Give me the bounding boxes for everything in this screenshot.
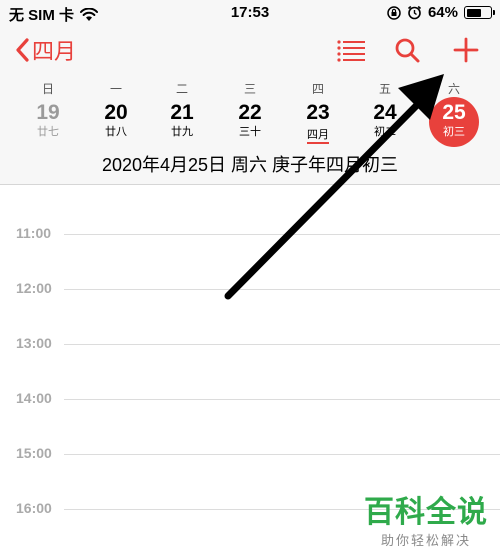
status-right: 64% (387, 4, 495, 21)
hour-row: 13:00 (0, 335, 500, 355)
hour-label: 13:00 (16, 335, 52, 351)
battery-icon (464, 6, 495, 19)
hour-divider (64, 399, 500, 400)
hour-label: 15:00 (16, 445, 52, 461)
watermark: 百科全说 助你轻松解决 (364, 496, 488, 549)
hour-label: 11:00 (16, 225, 52, 241)
lunar-date: 廿九 (171, 126, 193, 138)
hour-row: 12:00 (0, 280, 500, 300)
date-number: 20 (104, 101, 128, 124)
weekday-label: 五 (378, 82, 391, 96)
date-cell-19[interactable]: 19 廿七 (18, 101, 78, 149)
hour-label: 12:00 (16, 280, 52, 296)
weekday-label: 四 (311, 82, 324, 96)
date-number: 24 (373, 101, 397, 124)
back-label: 四月 (32, 39, 77, 64)
battery-percent: 64% (427, 4, 458, 21)
search-icon[interactable] (392, 36, 424, 64)
date-cell-21[interactable]: 21 廿九 (152, 101, 212, 149)
date-number: 19 (36, 101, 60, 124)
orientation-lock-icon (387, 5, 401, 20)
hour-row: 11:00 (0, 225, 500, 245)
weekday-label: 六 (447, 82, 460, 96)
weekday-label: 三 (243, 82, 256, 96)
selected-full-date: 2020年4月25日 周六 庚子年四月初三 (101, 155, 399, 175)
lunar-date: 廿七 (37, 126, 59, 138)
date-number: 25 (442, 101, 466, 124)
date-cell-23[interactable]: 23 四月 (288, 101, 348, 149)
lunar-date: 廿八 (105, 126, 127, 138)
hour-divider (64, 344, 500, 345)
week-dates: 19 廿七 20 廿八 21 廿九 22 三十 23 四月 24 初二 25 初… (0, 97, 500, 149)
lunar-date: 初二 (374, 126, 396, 138)
watermark-title: 百科全说 (364, 496, 488, 529)
back-button[interactable]: 四月 (14, 34, 76, 66)
status-bar: 无 SIM 卡 17:53 64% (0, 0, 500, 26)
lunar-date: 初三 (443, 126, 465, 138)
date-cell-24[interactable]: 24 初二 (355, 101, 415, 149)
hour-label: 16:00 (16, 500, 52, 516)
weekday-label: 一 (109, 82, 122, 96)
lunar-date: 三十 (239, 126, 261, 138)
weekday-label: 二 (175, 82, 188, 96)
add-event-icon[interactable] (450, 36, 482, 64)
alarm-icon (407, 5, 421, 20)
hour-divider (64, 234, 500, 235)
chevron-left-icon (16, 38, 29, 62)
date-number: 21 (170, 101, 194, 124)
weekday-label: 日 (41, 82, 54, 96)
weekday-header: 日 一 二 三 四 五 六 (0, 80, 500, 96)
date-number: 22 (238, 101, 262, 124)
hour-divider (64, 454, 500, 455)
battery-fill (466, 8, 482, 17)
watermark-subtitle: 助你轻松解决 (380, 533, 471, 548)
nav-bar: 四月 (0, 28, 500, 72)
hour-row: 15:00 (0, 445, 500, 465)
lunar-date: 四月 (307, 128, 329, 144)
date-cell-25-selected[interactable]: 25 初三 (424, 97, 484, 149)
list-icon[interactable] (336, 36, 368, 64)
hour-divider (64, 289, 500, 290)
hour-label: 14:00 (16, 390, 52, 406)
date-cell-20[interactable]: 20 廿八 (86, 101, 146, 149)
date-number: 23 (306, 101, 330, 124)
date-cell-22[interactable]: 22 三十 (220, 101, 280, 149)
hour-row: 14:00 (0, 390, 500, 410)
